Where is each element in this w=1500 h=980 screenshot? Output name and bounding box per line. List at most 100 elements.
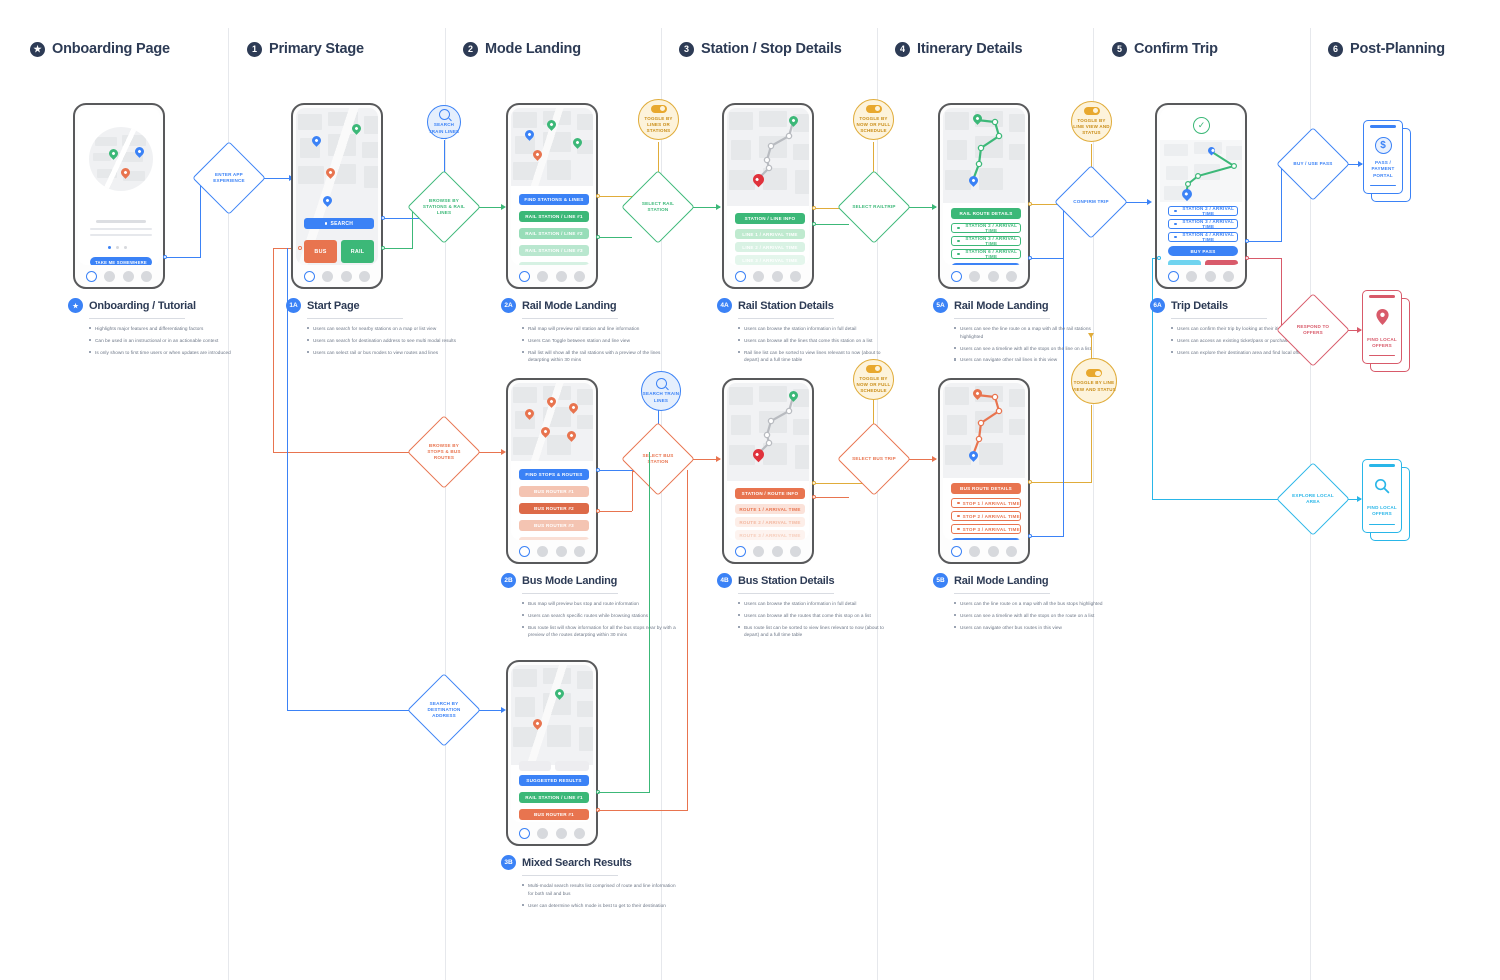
rail-station-row-2[interactable]: RAIL STATION / LINE #2	[519, 228, 589, 239]
node-respond-to-offers[interactable]: RESPOND TO OFFERS	[1276, 293, 1350, 367]
bus-route-row-2[interactable]: BUS ROUTER #2	[519, 503, 589, 514]
trip-stop-row-1[interactable]: STATION 2 / ARRIVAL TIME	[1168, 206, 1238, 216]
bus-route-row-3[interactable]: BUS ROUTER #3	[519, 520, 589, 531]
route-row-3[interactable]: ROUTE 3 / ARRIVAL TIME	[735, 530, 805, 540]
nav-dot[interactable]	[555, 545, 567, 557]
nav-dot[interactable]	[555, 270, 567, 282]
itinerary-stop-row-2[interactable]: STOP 2 / ARRIVAL TIME	[951, 511, 1021, 521]
node-browse-by-stations-rail-lines[interactable]: BROWSE BY STATIONS & RAIL LINES	[407, 170, 481, 244]
nav-dot[interactable]	[574, 270, 586, 282]
rail-route-details-button[interactable]: RAIL ROUTE DETAILS	[951, 208, 1021, 219]
nav-dot[interactable]	[790, 545, 802, 557]
nav-dot[interactable]	[537, 545, 549, 557]
phone-navbar[interactable]	[940, 540, 1028, 562]
toggle-switch-icon[interactable]	[865, 364, 882, 373]
nav-dot[interactable]	[1223, 270, 1235, 282]
nav-dot[interactable]	[969, 270, 981, 282]
node-buy-use-pass[interactable]: BUY / USE PASS	[1276, 127, 1350, 201]
mixed-bus-row[interactable]: BUS ROUTER #1	[519, 809, 589, 820]
node-toggle-now-or-full-schedule-bus[interactable]: TOGGLE BY NOW OR FULL SCHEDULE	[853, 359, 894, 400]
nav-dot-home[interactable]	[1167, 270, 1179, 282]
rail-station-row-1[interactable]: RAIL STATION / LINE #1	[519, 211, 589, 222]
toggle-switch-icon[interactable]	[1086, 369, 1102, 378]
phone-navbar[interactable]	[75, 265, 163, 287]
phone-navbar[interactable]	[724, 540, 812, 562]
nav-dot[interactable]	[771, 545, 783, 557]
endcard-find-local-offers-red[interactable]: FIND LOCAL OFFERS	[1362, 290, 1410, 372]
filter-chip[interactable]	[519, 761, 551, 771]
phone-navbar[interactable]	[724, 265, 812, 287]
search-button[interactable]: SEARCH	[304, 218, 374, 229]
phone-navbar[interactable]	[508, 265, 596, 287]
endcard-pass-payment-portal[interactable]: $ PASS / PAYMENT PORTAL	[1363, 120, 1411, 202]
phone-navbar[interactable]	[508, 540, 596, 562]
line-row-3[interactable]: LINE 3 / ARRIVAL TIME	[735, 255, 805, 265]
carousel-dots[interactable]	[108, 246, 127, 249]
nav-dot-home[interactable]	[518, 270, 530, 282]
phone-navbar[interactable]	[293, 265, 381, 287]
nav-dot[interactable]	[753, 545, 765, 557]
nav-dot[interactable]	[122, 270, 134, 282]
mixed-rail-row[interactable]: RAIL STATION / LINE #1	[519, 792, 589, 803]
station-route-info-button[interactable]: STATION / ROUTE INFO	[735, 488, 805, 499]
trip-stop-row-2[interactable]: STATION 3 / ARRIVAL TIME	[1168, 219, 1238, 229]
nav-dot[interactable]	[753, 270, 765, 282]
node-search-train-lines-bottom[interactable]: SEARCH TRAIN LINES	[641, 371, 681, 411]
nav-dot-home[interactable]	[518, 827, 530, 839]
suggested-results-button[interactable]: SUGGESTED RESULTS	[519, 775, 589, 786]
endcard-find-local-offers-cyan[interactable]: FIND LOCAL OFFERS	[1362, 459, 1410, 541]
nav-dot[interactable]	[1006, 545, 1018, 557]
trip-stop-row-3[interactable]: STATION 4 / ARRIVAL TIME	[1168, 232, 1238, 242]
node-toggle-line-view-and-status-bottom[interactable]: TOGGLE BY LINE VIEW AND STATUS	[1071, 358, 1117, 404]
node-search-train-lines-top[interactable]: SEARCH TRAIN LINES	[427, 105, 461, 139]
nav-dot[interactable]	[340, 270, 352, 282]
find-stops-routes-button[interactable]: FIND STOPS & ROUTES	[519, 469, 589, 480]
nav-dot[interactable]	[987, 270, 999, 282]
nav-dot-home[interactable]	[734, 545, 746, 557]
node-toggle-line-view-and-status-top[interactable]: TOGGLE BY LINE VIEW AND STATUS	[1071, 101, 1112, 142]
nav-dot-home[interactable]	[734, 270, 746, 282]
nav-dot-home[interactable]	[85, 270, 97, 282]
nav-dot[interactable]	[359, 270, 371, 282]
phone-navbar[interactable]	[508, 822, 596, 844]
nav-dot[interactable]	[1186, 270, 1198, 282]
toggle-switch-icon[interactable]	[865, 104, 882, 113]
itinerary-stop-row-1[interactable]: STOP 1 / ARRIVAL TIME	[951, 498, 1021, 508]
node-confirm-trip[interactable]: CONFIRM TRIP	[1054, 165, 1128, 239]
node-select-railtrip[interactable]: SELECT RAILTRIP	[837, 170, 911, 244]
bus-route-details-button[interactable]: BUS ROUTE DETAILS	[951, 483, 1021, 494]
node-search-by-destination-address[interactable]: SEARCH BY DESTINATION ADDRESS	[407, 673, 481, 747]
line-row-1[interactable]: LINE 1 / ARRIVAL TIME	[735, 229, 805, 239]
nav-dot[interactable]	[574, 545, 586, 557]
nav-dot[interactable]	[322, 270, 334, 282]
node-toggle-now-or-full-schedule-rail[interactable]: TOGGLE BY NOW OR FULL SCHEDULE	[853, 99, 894, 140]
nav-dot[interactable]	[141, 270, 153, 282]
toggle-switch-icon[interactable]	[650, 104, 667, 113]
find-stations-lines-button[interactable]: FIND STATIONS & LINES	[519, 194, 589, 205]
buy-pass-button[interactable]: BUY PASS	[1168, 246, 1238, 256]
nav-dot[interactable]	[969, 545, 981, 557]
filter-chip[interactable]	[555, 761, 589, 771]
itinerary-stop-row-3[interactable]: STATION 6 / ARRIVAL TIME	[951, 249, 1021, 259]
node-explore-local-area[interactable]: EXPLORE LOCAL AREA	[1276, 462, 1350, 536]
bus-mode-button[interactable]: BUS	[304, 240, 337, 263]
nav-dot[interactable]	[537, 827, 549, 839]
nav-dot[interactable]	[104, 270, 116, 282]
node-enter-app-experience[interactable]: ENTER APP EXPERIENCE	[192, 141, 266, 215]
nav-dot-home[interactable]	[518, 545, 530, 557]
node-select-rail-station[interactable]: SELECT RAIL STATION	[621, 170, 695, 244]
route-row-1[interactable]: ROUTE 1 / ARRIVAL TIME	[735, 504, 805, 514]
phone-navbar[interactable]	[940, 265, 1028, 287]
bus-route-row-1[interactable]: BUS ROUTER #1	[519, 486, 589, 497]
rail-station-row-3[interactable]: RAIL STATION / LINE #3	[519, 245, 589, 256]
phone-navbar[interactable]	[1157, 265, 1245, 287]
toggle-switch-icon[interactable]	[1083, 106, 1100, 115]
route-row-2[interactable]: ROUTE 2 / ARRIVAL TIME	[735, 517, 805, 527]
nav-dot[interactable]	[771, 270, 783, 282]
station-line-info-button[interactable]: STATION / LINE INFO	[735, 213, 805, 224]
nav-dot[interactable]	[537, 270, 549, 282]
nav-dot[interactable]	[574, 827, 586, 839]
nav-dot[interactable]	[790, 270, 802, 282]
nav-dot[interactable]	[555, 827, 567, 839]
itinerary-stop-row-1[interactable]: STATION 2 / ARRIVAL TIME	[951, 223, 1021, 233]
